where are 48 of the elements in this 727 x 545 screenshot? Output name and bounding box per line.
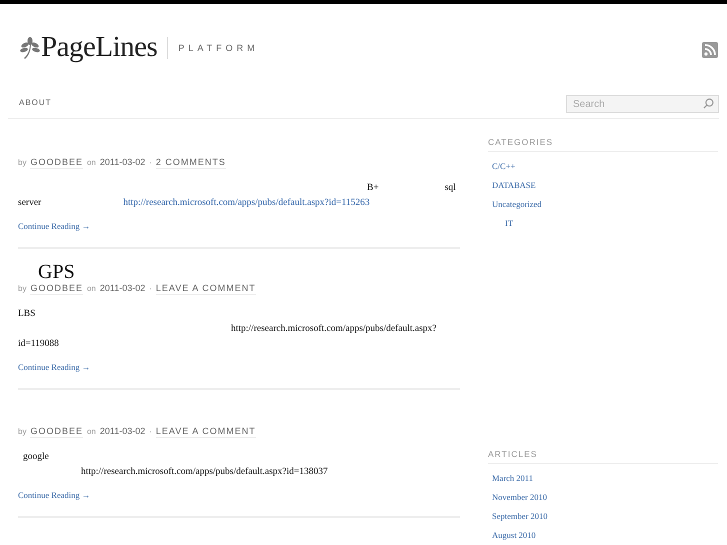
post-date: 2011-03-02	[100, 283, 146, 293]
author-link[interactable]: GOODBEE	[30, 157, 83, 169]
leaf-icon	[20, 36, 40, 58]
continue-reading-link[interactable]: Continue Reading →	[18, 362, 90, 372]
post-link[interactable]: http://research.microsoft.com/apps/pubs/default.aspx?id=115263	[123, 196, 370, 211]
author-link[interactable]: GOODBEE	[30, 283, 83, 295]
sidebar-link[interactable]: September 2010	[488, 507, 548, 526]
post-text: server	[18, 197, 42, 210]
post-text: http://research.microsoft.com/apps/pubs/default.aspx?id=138037	[81, 466, 328, 479]
meta-text: by	[18, 427, 26, 436]
post-text: id=119088	[18, 338, 59, 351]
post-title[interactable]: GPS	[38, 261, 460, 283]
post-date: 2011-03-02	[100, 157, 146, 167]
post-text: B+	[367, 182, 379, 195]
continue-reading-link[interactable]: Continue Reading →	[18, 221, 90, 231]
site-tagline: PLATFORM	[178, 42, 259, 52]
site-logo[interactable]: PageLines	[41, 31, 158, 64]
continue-reading-link[interactable]: Continue Reading →	[18, 490, 90, 500]
widget-heading: CATEGORIES	[488, 137, 718, 152]
post-text: http://research.microsoft.com/apps/pubs/default.aspx?	[231, 323, 437, 336]
post-date: 2011-03-02	[100, 426, 146, 436]
post-text: google	[23, 451, 49, 464]
sidebar-link[interactable]: March 2011	[488, 469, 533, 488]
post-text: LBS	[18, 308, 36, 321]
meta-separator: ·	[149, 158, 152, 167]
sidebar-link[interactable]: DATABASE	[488, 176, 536, 195]
comments-link[interactable]: LEAVE A COMMENT	[156, 283, 256, 295]
author-link[interactable]: GOODBEE	[30, 426, 83, 438]
meta-text: on	[86, 284, 96, 293]
search-icon[interactable]	[703, 98, 714, 108]
sidebar-link[interactable]: C/C++	[488, 157, 516, 176]
sidebar-link[interactable]: IT	[488, 214, 514, 233]
sidebar-link[interactable]: August 2010	[488, 526, 536, 545]
meta-text: on	[86, 158, 96, 167]
sidebar-link[interactable]: Uncategorized	[488, 195, 542, 214]
nav-link[interactable]: ABOUT	[19, 98, 52, 107]
comments-link[interactable]: 2 COMMENTS	[156, 157, 226, 169]
rss-icon[interactable]	[702, 42, 718, 58]
post-text: sql	[444, 182, 456, 195]
meta-text: by	[18, 284, 26, 293]
meta-separator: ·	[149, 284, 152, 293]
meta-text: by	[18, 158, 26, 167]
search-field[interactable]: Search	[566, 95, 719, 113]
sidebar-link[interactable]: November 2010	[488, 488, 548, 507]
meta-text: on	[86, 427, 96, 436]
comments-link[interactable]: LEAVE A COMMENT	[156, 426, 256, 438]
widget-heading: ARTICLES	[488, 449, 718, 464]
meta-separator: ·	[149, 427, 152, 436]
